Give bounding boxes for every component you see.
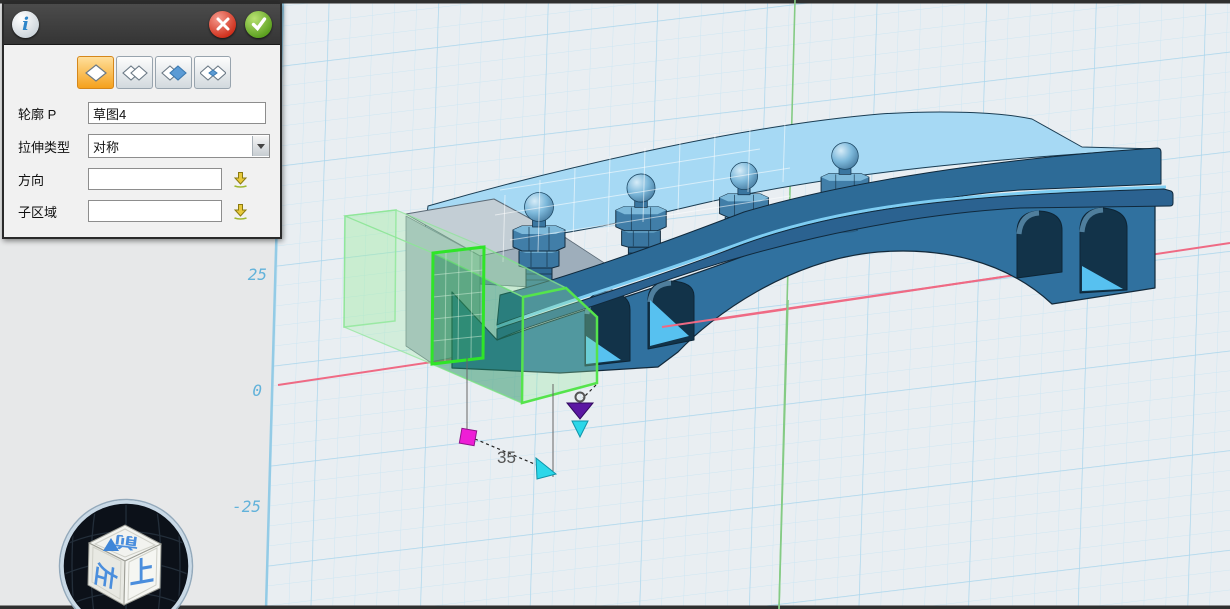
extrude-type-dropdown[interactable]: 对称 [88,134,270,158]
pick-arrow-icon [232,203,249,220]
profile-input[interactable] [88,102,266,124]
diamond-add-icon [122,63,148,83]
mode-extrude-intersect-button[interactable] [194,56,231,89]
mode-extrude-remove-button[interactable] [155,56,192,89]
direction-pick-button[interactable] [231,170,249,188]
direction-label: 方向 [18,170,88,189]
viewport-bottom-edge [0,606,1230,609]
cad-application-window: 25 0 -25 [0,0,1230,609]
mode-extrude-add-button[interactable] [116,56,153,89]
diamond-intersect-icon [200,63,226,83]
axis-tick-25: 25 [248,265,267,284]
preview-front-face [522,288,597,403]
dialog-body: 轮廓 P 拉伸类型 对称 方向 子区域 [4,45,280,237]
profile-label: 轮廓 P [18,104,88,123]
direction-input[interactable] [88,168,222,190]
profile-field-row: 轮廓 P [4,97,280,129]
mode-extrude-base-button[interactable] [77,56,114,89]
info-icon[interactable]: i [12,11,39,38]
dimension-start-handle[interactable] [459,428,476,445]
close-icon [215,16,231,32]
axis-tick-0: 0 [252,381,262,400]
extrude-type-value: 对称 [93,137,119,156]
subregion-pick-button[interactable] [231,202,249,220]
direction-field-row: 方向 [4,163,280,195]
extrude-type-field-row: 拉伸类型 对称 [4,129,280,163]
check-icon [250,15,268,33]
diamond-base-icon [84,63,108,83]
dropdown-arrow-icon[interactable] [252,136,269,156]
extrude-mode-toolbar [4,53,280,97]
sketch-profile-outline[interactable] [432,247,484,364]
cancel-button[interactable] [209,11,236,38]
dimension-value[interactable]: 35 [497,448,516,467]
pick-arrow-icon [232,171,249,188]
subregion-field-row: 子区域 [4,195,280,227]
dialog-titlebar[interactable]: i [4,4,280,45]
info-glyph: i [22,14,29,35]
extrude-dialog: i [2,2,282,239]
extrude-type-label: 拉伸类型 [18,137,88,156]
subregion-label: 子区域 [18,202,88,221]
view-cube-face-up: 上 [130,554,155,590]
axis-tick-neg25: -25 [232,497,261,516]
subregion-input[interactable] [88,200,222,222]
ok-button[interactable] [245,11,272,38]
diamond-remove-icon [161,63,187,83]
